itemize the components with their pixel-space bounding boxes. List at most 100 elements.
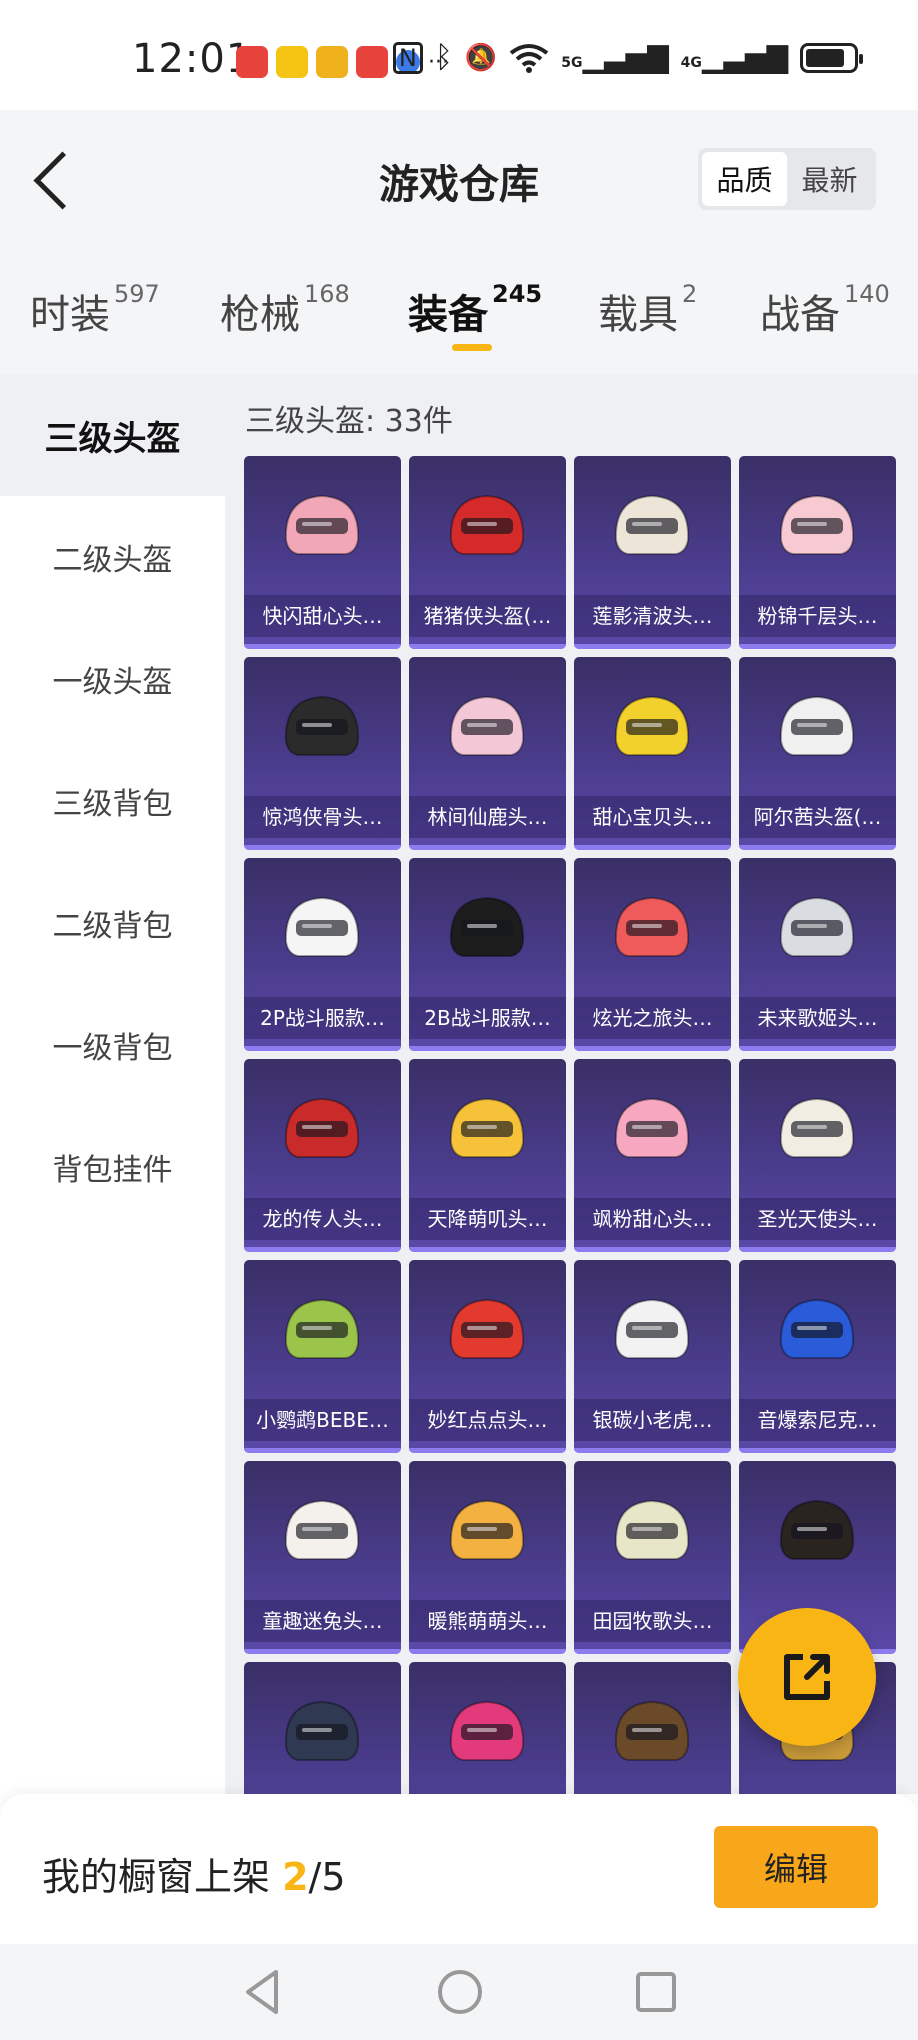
nav-back-icon[interactable]: [236, 1966, 288, 2018]
item-card[interactable]: 甜心宝贝头…: [574, 657, 731, 850]
sidebar-item-backpack-charm[interactable]: 背包挂件: [0, 1106, 225, 1228]
item-name: 炫光之旅头…: [574, 997, 731, 1039]
item-card[interactable]: 粉锦千层头…: [739, 456, 896, 649]
battery-icon: [800, 42, 863, 73]
item-card[interactable]: 林间仙鹿头…: [409, 657, 566, 850]
wifi-icon: [510, 43, 549, 73]
helmet-icon: [779, 1097, 855, 1158]
item-card[interactable]: 飒粉甜心头…: [574, 1059, 731, 1252]
sidebar-item-level3-backpack[interactable]: 三级背包: [0, 740, 225, 862]
item-card[interactable]: 田园牧歌头…: [574, 1461, 731, 1654]
tab-label: 载具: [598, 292, 678, 338]
tab-combat-gear[interactable]: 战备 140: [760, 280, 890, 340]
helmet-icon: [449, 494, 525, 555]
status-time: 12:01: [132, 36, 253, 82]
item-name: 未来歌姬头…: [739, 997, 896, 1039]
item-card[interactable]: 莲影清波头…: [574, 456, 731, 649]
item-name: 暖熊萌萌头…: [409, 1600, 566, 1642]
item-card[interactable]: 妙红点点头…: [409, 1260, 566, 1453]
helmet-icon: [779, 695, 855, 756]
item-name: 天降萌叽头…: [409, 1198, 566, 1240]
helmet-icon: [779, 1499, 855, 1560]
helmet-icon: [614, 494, 690, 555]
item-card[interactable]: 猪猪侠头盔(…: [409, 456, 566, 649]
item-card[interactable]: 2P战斗服款…: [244, 858, 401, 1051]
item-card[interactable]: 圣光天使头…: [739, 1059, 896, 1252]
helmet-icon: [284, 494, 360, 555]
sidebar-item-level1-backpack[interactable]: 一级背包: [0, 984, 225, 1106]
item-card[interactable]: 童趣迷兔头…: [244, 1461, 401, 1654]
sidebar-item-level2-backpack[interactable]: 二级背包: [0, 862, 225, 984]
sidebar-item-level3-helmet[interactable]: 三级头盔: [0, 374, 225, 496]
showcase-prefix: 我的橱窗上架: [42, 1855, 283, 1899]
helmet-icon: [614, 1298, 690, 1359]
item-card[interactable]: 未来歌姬头…: [739, 858, 896, 1051]
item-name: 惊鸿侠骨头…: [244, 796, 401, 838]
item-card[interactable]: 音爆索尼克…: [739, 1260, 896, 1453]
item-card[interactable]: 天降萌叽头…: [409, 1059, 566, 1252]
sidebar-item-level2-helmet[interactable]: 二级头盔: [0, 496, 225, 618]
category-tabs: 时装 597 枪械 168 装备 245 载具 2 战备 140: [0, 250, 918, 374]
nav-home-icon[interactable]: [434, 1966, 486, 2018]
showcase-bar: 我的橱窗上架 2/5 编辑: [0, 1794, 918, 1944]
helmet-icon: [614, 1499, 690, 1560]
item-content: 三级头盔: 33件 快闪甜心头… 猪猪侠头盔(… 莲影清波头… 粉锦千层头… 惊鸿侠骨头…: [225, 374, 918, 1794]
helmet-icon: [614, 1700, 690, 1761]
huawei-store-icon: [236, 46, 268, 78]
item-card[interactable]: 惊鸿侠骨头…: [244, 657, 401, 850]
tab-count: 168: [304, 280, 350, 308]
item-card[interactable]: [574, 1662, 731, 1794]
mute-icon: 🔕: [464, 42, 498, 73]
sort-quality-button[interactable]: 品质: [702, 152, 787, 206]
section-heading: 三级头盔: 33件: [245, 404, 453, 439]
item-card[interactable]: [409, 1662, 566, 1794]
tab-label: 战备: [760, 292, 840, 338]
item-card[interactable]: 炫光之旅头…: [574, 858, 731, 1051]
item-card[interactable]: 暖熊萌萌头…: [409, 1461, 566, 1654]
item-card[interactable]: 龙的传人头…: [244, 1059, 401, 1252]
helmet-icon: [284, 1499, 360, 1560]
tab-equipment[interactable]: 装备 245: [408, 280, 542, 340]
item-card[interactable]: [244, 1662, 401, 1794]
item-card[interactable]: 小鹦鹉BEBE…: [244, 1260, 401, 1453]
item-card[interactable]: 阿尔茜头盔(…: [739, 657, 896, 850]
tab-fashion[interactable]: 时装 597: [30, 280, 160, 340]
edit-button[interactable]: 编辑: [714, 1826, 878, 1908]
helmet-icon: [779, 494, 855, 555]
item-name: 银碳小老虎…: [574, 1399, 731, 1441]
item-name: 甜心宝贝头…: [574, 796, 731, 838]
sort-newest-button[interactable]: 最新: [787, 152, 872, 206]
item-name: 2B战斗服款…: [409, 997, 566, 1039]
sort-toggle: 品质 最新: [698, 148, 876, 210]
system-nav-bar: [0, 1944, 918, 2040]
item-name: 粉锦千层头…: [739, 595, 896, 637]
share-button[interactable]: [738, 1608, 876, 1746]
helmet-icon: [449, 896, 525, 957]
tab-count: 2: [682, 280, 698, 308]
item-name: 2P战斗服款…: [244, 997, 401, 1039]
item-name: 妙红点点头…: [409, 1399, 566, 1441]
helmet-icon: [614, 1097, 690, 1158]
item-card[interactable]: 快闪甜心头…: [244, 456, 401, 649]
helmet-icon: [284, 1700, 360, 1761]
active-tab-indicator: [452, 344, 492, 351]
sidebar-item-level1-helmet[interactable]: 一级头盔: [0, 618, 225, 740]
item-card[interactable]: 2B战斗服款…: [409, 858, 566, 1051]
helmet-icon: [449, 1298, 525, 1359]
helmet-icon: [779, 1298, 855, 1359]
item-card[interactable]: 银碳小老虎…: [574, 1260, 731, 1453]
nav-recents-icon[interactable]: [630, 1966, 682, 2018]
helmet-icon: [614, 695, 690, 756]
helmet-icon: [779, 896, 855, 957]
nfc-icon: N: [392, 41, 423, 74]
signal-4g-icon: 4G▁▃▅▇: [680, 41, 788, 74]
showcase-count: 2: [282, 1855, 309, 1899]
tab-label: 时装: [30, 292, 110, 338]
item-name: 田园牧歌头…: [574, 1600, 731, 1642]
item-name: 飒粉甜心头…: [574, 1198, 731, 1240]
item-name: 阿尔茜头盔(…: [739, 796, 896, 838]
tab-vehicles[interactable]: 载具 2: [598, 280, 698, 340]
share-icon: [784, 1654, 830, 1700]
tab-guns[interactable]: 枪械 168: [220, 280, 350, 340]
tab-count: 140: [844, 280, 890, 308]
